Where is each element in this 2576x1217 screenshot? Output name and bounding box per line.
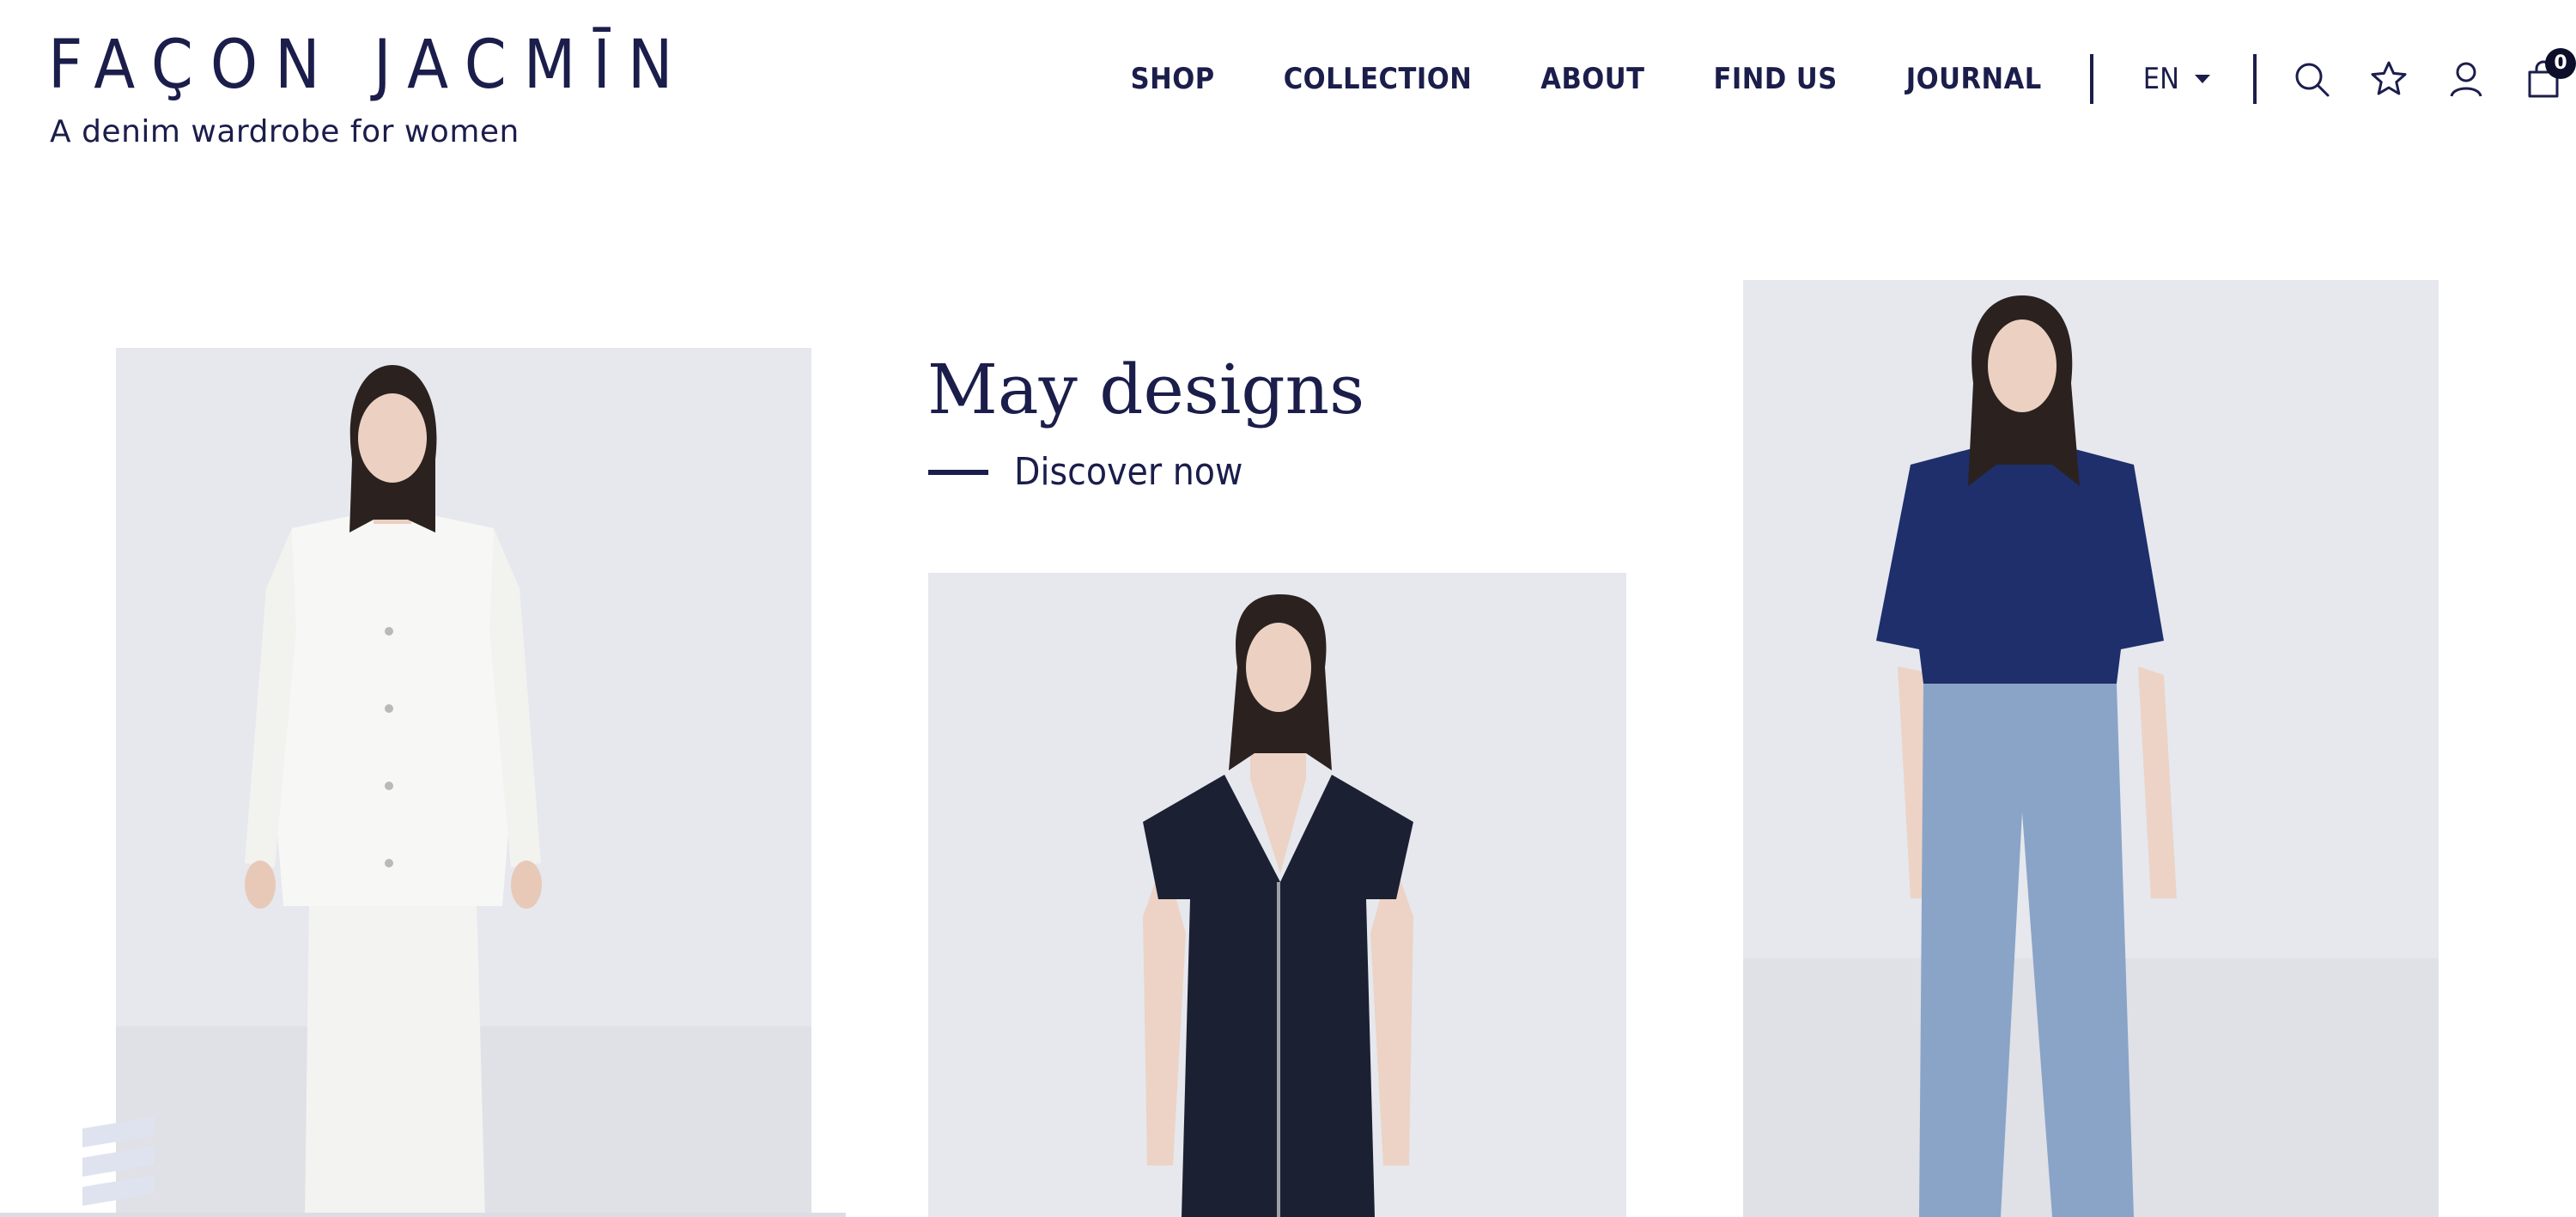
user-icon[interactable] xyxy=(2445,58,2487,100)
language-label: EN xyxy=(2142,62,2179,96)
nav-journal[interactable]: JOURNAL xyxy=(1906,62,2042,96)
product-image-denim-dress[interactable] xyxy=(928,573,1626,1217)
discover-now-link[interactable]: Discover now xyxy=(928,447,1242,498)
site-header: FAÇON JACMĪN A denim wardrobe for women … xyxy=(0,0,2576,163)
product-image-navy-polo-jeans[interactable] xyxy=(1743,280,2439,1217)
brand-tagline: A denim wardrobe for women xyxy=(50,114,519,149)
nav-find-us[interactable]: FIND US xyxy=(1713,62,1837,96)
star-icon[interactable] xyxy=(2368,58,2409,100)
brand-logo[interactable]: FAÇON JACMĪN A denim wardrobe for women xyxy=(48,29,690,149)
language-selector[interactable]: EN xyxy=(2143,62,2210,96)
scroll-divider xyxy=(0,1213,846,1217)
product-image-white-denim[interactable] xyxy=(116,348,811,1217)
nav-divider xyxy=(2089,54,2093,104)
nav-collection[interactable]: COLLECTION xyxy=(1284,62,1473,96)
brand-name: FAÇON JACMĪN xyxy=(48,27,690,104)
header-icons: 0 xyxy=(2291,48,2576,100)
shopping-bag-icon[interactable]: 0 xyxy=(2523,48,2576,100)
chevron-down-icon xyxy=(2195,75,2210,83)
main-navigation: SHOP COLLECTION ABOUT FIND US JOURNAL EN xyxy=(1131,48,2576,106)
dash-line xyxy=(928,470,988,475)
nav-about[interactable]: ABOUT xyxy=(1540,62,1644,96)
discover-now-label: Discover now xyxy=(1014,450,1243,494)
promo-title: May designs xyxy=(927,350,1365,429)
search-icon[interactable] xyxy=(2291,58,2332,100)
cart-count-badge: 0 xyxy=(2545,48,2576,79)
nav-divider xyxy=(2253,54,2257,104)
nav-shop[interactable]: SHOP xyxy=(1131,62,1215,96)
side-logo-badge-icon[interactable] xyxy=(79,1113,158,1208)
